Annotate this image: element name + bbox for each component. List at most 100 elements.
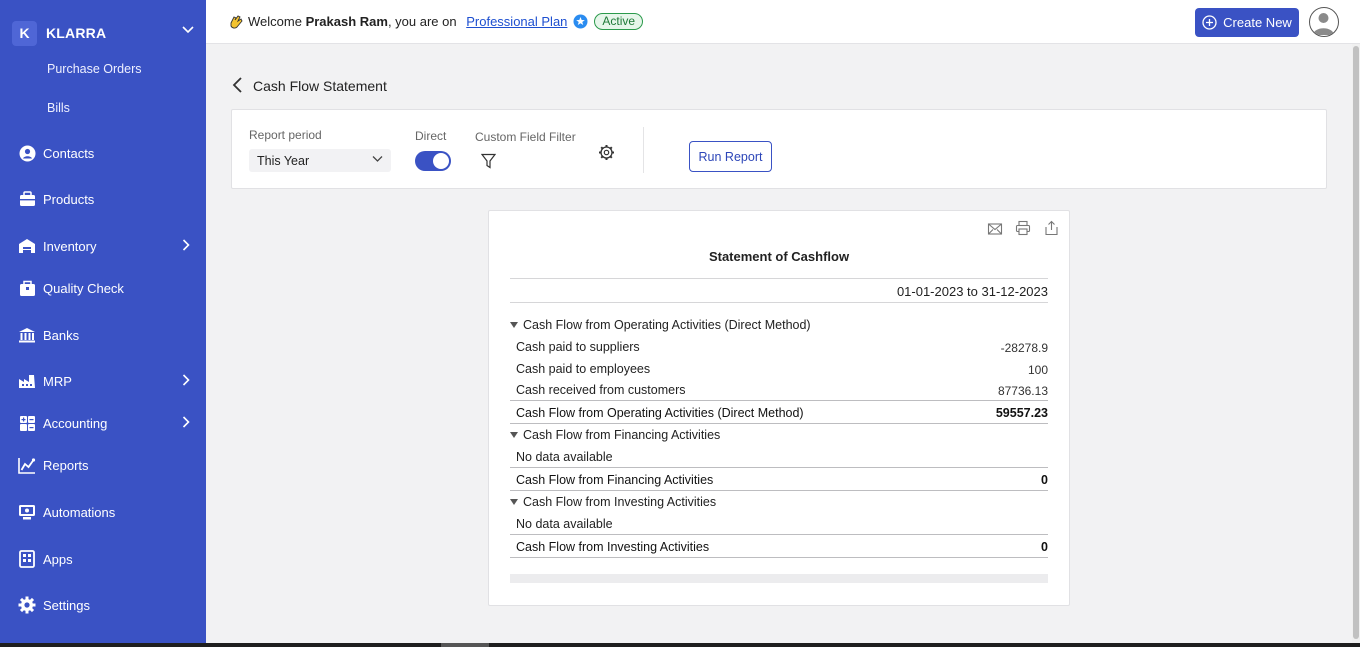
divider — [510, 400, 1048, 401]
total-value: 59557.23 — [995, 406, 1048, 420]
sidebar-item-automations[interactable]: Automations — [0, 494, 206, 530]
divider — [510, 278, 1048, 279]
sidebar-item-label: Settings — [43, 597, 90, 613]
report-title: Statement of Cashflow — [708, 249, 850, 264]
divider — [510, 534, 1048, 535]
divider — [643, 127, 644, 173]
section-investing-activities[interactable]: Cash Flow from Investing Activities — [510, 495, 716, 509]
sidebar-item-label: Automations — [43, 504, 116, 520]
sidebar-item-inventory[interactable]: Inventory — [0, 228, 206, 264]
quality-check-icon — [18, 279, 36, 297]
sidebar-item-contacts[interactable]: Contacts — [0, 135, 206, 171]
toggle-knob — [433, 153, 449, 169]
custom-field-filter-label: Custom Field Filter — [475, 130, 576, 144]
run-report-button[interactable]: Run Report — [689, 141, 772, 172]
total-label: Cash Flow from Operating Activities (Dir… — [516, 406, 804, 420]
sidebar-item-label: Contacts — [43, 145, 95, 161]
row-label: No data available — [516, 517, 613, 531]
welcome-prefix: Welcome — [248, 14, 306, 29]
sidebar-item-banks[interactable]: Banks — [0, 317, 206, 353]
chevron-right-icon — [182, 416, 190, 428]
sidebar-item-reports[interactable]: Reports — [0, 447, 206, 483]
report-horizontal-scrollbar[interactable] — [510, 574, 1048, 583]
sidebar-item-products[interactable]: Products — [0, 181, 206, 217]
reports-icon — [18, 456, 36, 474]
page-title: Cash Flow Statement — [253, 78, 387, 94]
avatar[interactable] — [1309, 7, 1339, 37]
gear-icon[interactable] — [598, 144, 615, 161]
chevron-down-icon — [372, 156, 383, 162]
back-arrow-icon[interactable] — [232, 77, 246, 93]
sidebar-item-label: Inventory — [43, 238, 97, 254]
total-label: Cash Flow from Financing Activities — [516, 473, 714, 487]
factory-icon — [18, 372, 36, 390]
scrollbar-thumb[interactable] — [1353, 46, 1359, 639]
create-new-button[interactable]: Create New — [1195, 8, 1299, 37]
divider — [510, 490, 1048, 491]
row-label: Cash paid to employees — [516, 362, 651, 376]
row-label: Cash received from customers — [516, 383, 686, 397]
direct-label: Direct — [415, 129, 447, 143]
sidebar-item-mrp[interactable]: MRP — [0, 363, 206, 399]
sidebar-item-label: Banks — [43, 327, 80, 343]
triangle-down-icon — [510, 431, 518, 438]
row-value: 87736.13 — [997, 384, 1048, 398]
chevron-right-icon — [182, 239, 190, 251]
total-label: Cash Flow from Investing Activities — [516, 540, 710, 554]
bottom-strip — [0, 643, 1360, 647]
row-label: No data available — [516, 450, 613, 464]
divider — [510, 302, 1048, 303]
email-icon[interactable] — [987, 220, 1003, 236]
apps-icon — [18, 550, 36, 568]
divider — [510, 557, 1048, 558]
row-value: -28278.9 — [1000, 341, 1048, 355]
automations-icon — [18, 503, 36, 521]
section-heading: Cash Flow from Financing Activities — [523, 428, 721, 442]
total-value: 0 — [1041, 540, 1048, 554]
sidebar-item-quality-check[interactable]: Quality Check — [0, 270, 206, 306]
user-name: Prakash Ram — [305, 14, 388, 29]
report-period-select[interactable]: This Year — [249, 149, 391, 172]
contacts-icon — [18, 144, 36, 162]
chevron-down-icon — [182, 26, 194, 34]
filter-icon[interactable] — [481, 153, 496, 169]
sidebar-item-label: Products — [43, 191, 95, 207]
plus-circle-icon — [1202, 15, 1217, 30]
divider — [510, 423, 1048, 424]
sidebar-subitem-purchase-orders[interactable]: Purchase Orders — [47, 62, 141, 76]
vertical-scrollbar[interactable] — [1352, 44, 1360, 647]
welcome-suffix: , you are on — [387, 14, 461, 29]
triangle-down-icon — [510, 321, 518, 328]
sidebar-subitem-bills[interactable]: Bills — [47, 101, 70, 115]
section-financing-activities[interactable]: Cash Flow from Financing Activities — [510, 428, 720, 442]
total-value: 0 — [1041, 473, 1048, 487]
org-switcher[interactable]: K KLARRA — [0, 0, 206, 66]
chevron-right-icon — [182, 374, 190, 386]
sidebar-item-settings[interactable]: Settings — [0, 587, 206, 623]
report-period-value: This Year — [257, 153, 310, 168]
sidebar: K KLARRA Purchase Orders Bills Contacts … — [0, 0, 206, 647]
sidebar-item-apps[interactable]: Apps — [0, 541, 206, 577]
report-card: Statement of Cashflow 01-01-2023 to 31-1… — [488, 210, 1070, 606]
gear-icon — [18, 596, 36, 614]
bottom-strip-segment — [441, 643, 489, 647]
divider — [510, 467, 1048, 468]
products-icon — [18, 190, 36, 208]
status-badge: Active — [594, 13, 644, 30]
sidebar-item-accounting[interactable]: Accounting — [0, 405, 206, 441]
export-icon[interactable] — [1044, 220, 1059, 236]
sidebar-item-label: Quality Check — [43, 280, 124, 296]
row-value: 100 — [1027, 363, 1048, 377]
bank-icon — [18, 326, 36, 344]
hand-wave-icon — [230, 14, 243, 29]
row-label: Cash paid to suppliers — [516, 340, 640, 354]
sidebar-item-label: Reports — [43, 457, 89, 473]
section-heading: Cash Flow from Operating Activities (Dir… — [523, 318, 811, 332]
plan-link[interactable]: Professional Plan — [466, 14, 567, 29]
section-operating-activities[interactable]: Cash Flow from Operating Activities (Dir… — [510, 318, 811, 332]
create-new-label: Create New — [1223, 15, 1292, 30]
triangle-down-icon — [510, 498, 518, 505]
accounting-icon — [18, 414, 36, 432]
print-icon[interactable] — [1015, 220, 1031, 236]
direct-toggle[interactable] — [415, 151, 451, 171]
